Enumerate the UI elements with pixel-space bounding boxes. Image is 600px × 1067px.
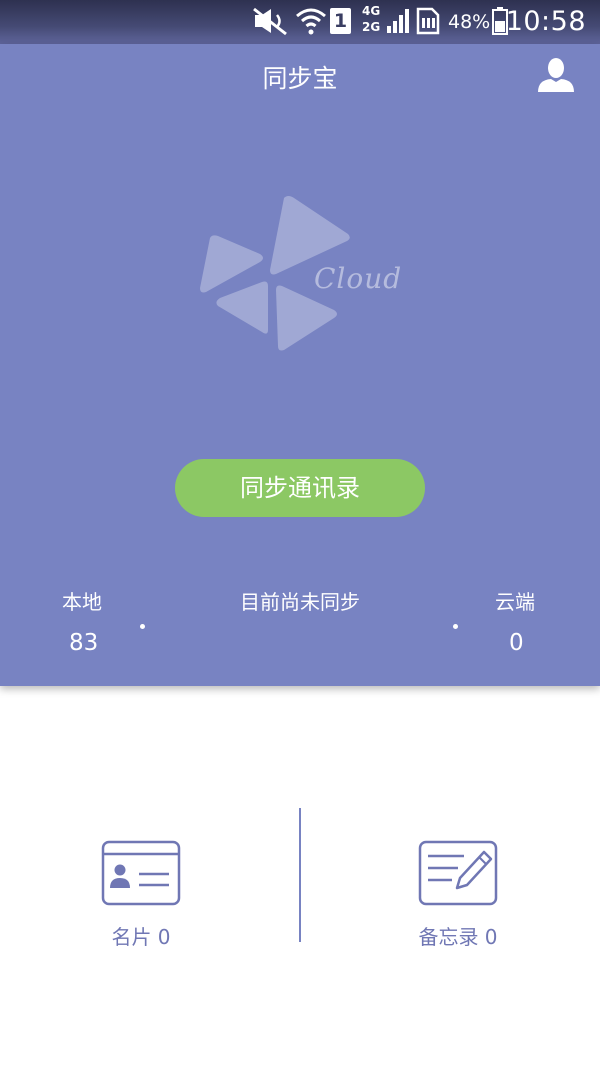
app-screen: 1 4G 2G 48% 10:58 同步宝 Cloud 同步通讯录 本地 83 … <box>0 0 600 1067</box>
right-dot <box>453 624 458 629</box>
sim-slot-badge: 1 <box>330 8 351 34</box>
sim-card-icon <box>416 7 440 35</box>
person-icon <box>538 58 574 92</box>
page-title: 同步宝 <box>262 64 338 93</box>
memo-label: 备忘录 0 <box>418 925 498 949</box>
left-dot <box>140 624 145 629</box>
sim-slot-number: 1 <box>333 10 348 32</box>
business-card-icon <box>101 840 181 906</box>
cloud-logo: Cloud <box>196 194 406 359</box>
business-card-label: 名片 0 <box>111 925 171 949</box>
feature-divider <box>299 808 301 942</box>
sync-contacts-button[interactable]: 同步通讯录 <box>175 459 425 517</box>
business-card-feature[interactable]: 名片 0 <box>41 840 241 950</box>
network-type-bottom: 2G <box>362 20 381 34</box>
profile-button[interactable] <box>536 56 576 96</box>
status-bar: 1 4G 2G 48% 10:58 <box>0 0 600 44</box>
logo-wordmark: Cloud <box>314 262 403 295</box>
sync-panel: 同步宝 Cloud 同步通讯录 本地 83 目前尚未同步 云端 0 <box>0 44 600 686</box>
status-time: 10:58 <box>505 6 586 37</box>
mute-icon <box>253 7 287 36</box>
memo-edit-icon <box>418 840 498 906</box>
cloud-count: 0 <box>509 630 524 656</box>
network-type-top: 4G <box>362 4 381 18</box>
local-count: 83 <box>69 630 99 656</box>
cloud-label: 云端 <box>495 590 535 614</box>
wifi-icon <box>296 8 326 35</box>
signal-icon <box>387 9 409 33</box>
memo-feature[interactable]: 备忘录 0 <box>358 840 558 950</box>
battery-percent: 48% <box>448 11 491 33</box>
